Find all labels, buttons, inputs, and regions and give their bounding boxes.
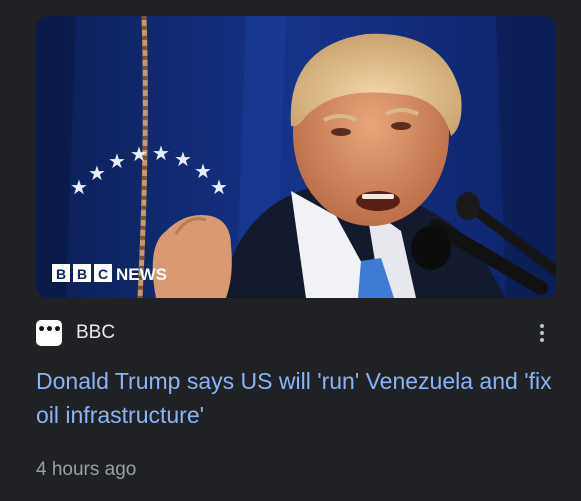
svg-text:★: ★: [108, 149, 126, 173]
svg-text:NEWS: NEWS: [116, 265, 167, 284]
svg-text:B: B: [56, 266, 66, 282]
article-thumbnail[interactable]: ★ ★ ★ ★ ★ ★ ★ ★ B B C NEWS: [36, 16, 556, 298]
svg-text:★: ★: [152, 141, 170, 165]
source-name: BBC: [76, 322, 116, 343]
thumbnail-photo: ★ ★ ★ ★ ★ ★ ★ ★ B B C NEWS: [36, 16, 556, 298]
svg-text:C: C: [98, 266, 108, 282]
svg-text:★: ★: [210, 175, 228, 199]
svg-text:★: ★: [70, 175, 88, 199]
source-row: ••• BBC: [36, 320, 556, 346]
bbc-news-logo: B B C NEWS: [52, 264, 167, 284]
article-timestamp: 4 hours ago: [36, 459, 137, 480]
svg-text:★: ★: [174, 147, 192, 171]
more-vert-icon[interactable]: [532, 320, 552, 346]
article-headline-link[interactable]: Donald Trump says US will 'run' Venezuel…: [36, 364, 556, 432]
bbc-favicon-icon: •••: [36, 320, 62, 346]
svg-text:★: ★: [88, 161, 106, 185]
svg-text:B: B: [77, 266, 87, 282]
news-card[interactable]: ★ ★ ★ ★ ★ ★ ★ ★ B B C NEWS ••• BBC Donal…: [0, 0, 581, 501]
svg-text:★: ★: [130, 142, 148, 166]
